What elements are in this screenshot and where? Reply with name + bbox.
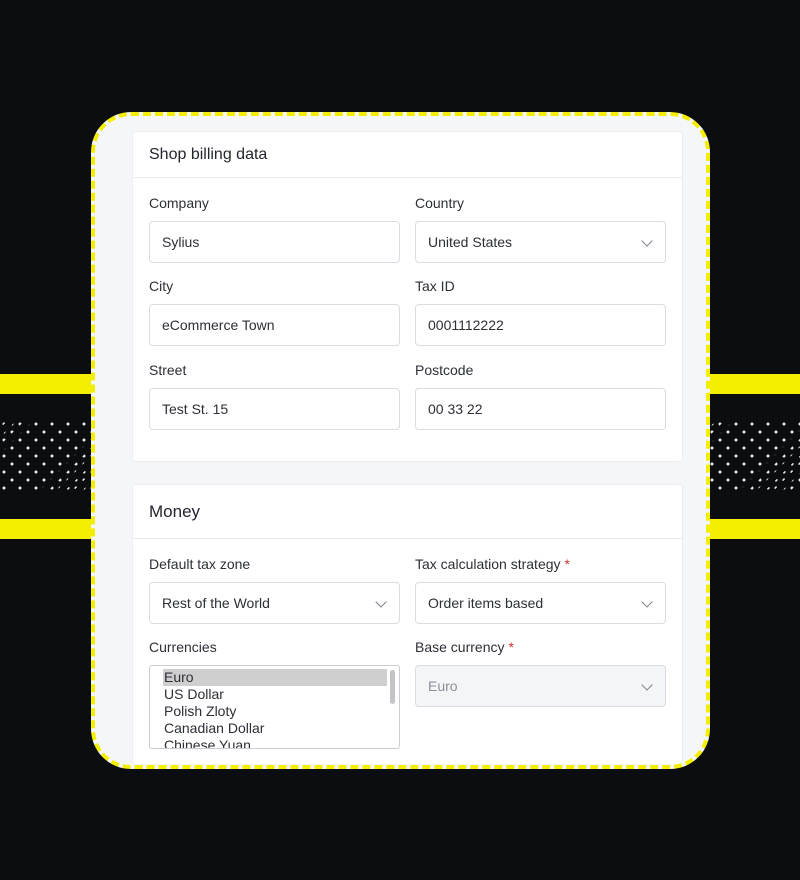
currencies-multiselect[interactable]: Euro US Dollar Polish Zloty Canadian Dol… [149,665,400,749]
pixel-pattern-right [700,420,800,490]
street-label: Street [149,362,187,378]
tax-zone-label: Default tax zone [149,556,251,572]
company-field: Company Sylius [149,195,400,263]
country-label: Country [415,195,465,211]
tax-strategy-label: Tax calculation strategy [415,556,561,572]
currency-option[interactable]: US Dollar [163,686,387,703]
currency-option[interactable]: Canadian Dollar [163,720,387,737]
base-currency-label: Base currency [415,639,505,655]
taxid-input[interactable]: 0001112222 [415,304,666,346]
street-value: Test St. 15 [162,401,229,417]
currency-option[interactable]: Chinese Yuan [163,737,387,748]
currency-option[interactable]: Polish Zloty [163,703,387,720]
tax-zone-select[interactable]: Rest of the World [149,582,400,624]
base-currency-value: Euro [428,678,458,694]
postcode-value: 00 33 22 [428,401,483,417]
country-field: Country United States [415,195,666,263]
taxid-label: Tax ID [415,278,455,294]
country-select[interactable]: United States [415,221,666,263]
money-card: Money Default tax zone Rest of the World… [132,484,683,764]
tax-strategy-field: Tax calculation strategy * Order items ba… [415,556,666,624]
city-field: City eCommerce Town [149,278,400,346]
tax-strategy-value: Order items based [428,595,544,611]
billing-card-title: Shop billing data [133,132,682,178]
currencies-field: Currencies Euro US Dollar Polish Zloty C… [149,639,400,749]
postcode-label: Postcode [415,362,474,378]
tax-strategy-label-wrap: Tax calculation strategy * [415,556,666,572]
currencies-label: Currencies [149,639,217,655]
tax-zone-value: Rest of the World [162,595,270,611]
required-asterisk: * [508,639,514,655]
money-card-title: Money [133,485,682,539]
chevron-down-icon [375,596,387,608]
city-value: eCommerce Town [162,317,275,333]
company-label: Company [149,195,209,211]
country-value: United States [428,234,513,250]
billing-card: Shop billing data Company Sylius Country… [132,131,683,462]
chevron-down-icon [641,596,653,608]
taxid-field: Tax ID 0001112222 [415,278,666,346]
base-currency-select: Euro [415,665,666,707]
city-label: City [149,278,174,294]
base-currency-label-wrap: Base currency * [415,639,666,655]
tax-zone-field: Default tax zone Rest of the World [149,556,400,624]
postcode-input[interactable]: 00 33 22 [415,388,666,430]
company-input[interactable]: Sylius [149,221,400,263]
listbox-scrollbar[interactable] [390,670,395,704]
dashed-frame: Shop billing data Company Sylius Country… [91,112,710,769]
city-input[interactable]: eCommerce Town [149,304,400,346]
chevron-down-icon [641,679,653,691]
chevron-down-icon [641,235,653,247]
tax-strategy-select[interactable]: Order items based [415,582,666,624]
base-currency-field: Base currency * Euro [415,639,666,707]
postcode-field: Postcode 00 33 22 [415,362,666,430]
pixel-pattern-left [0,420,100,490]
street-input[interactable]: Test St. 15 [149,388,400,430]
company-value: Sylius [162,234,200,250]
street-field: Street Test St. 15 [149,362,400,430]
required-asterisk: * [564,556,570,572]
stage: Shop billing data Company Sylius Country… [0,0,800,880]
currency-option[interactable]: Euro [163,669,387,686]
taxid-value: 0001112222 [428,317,504,333]
